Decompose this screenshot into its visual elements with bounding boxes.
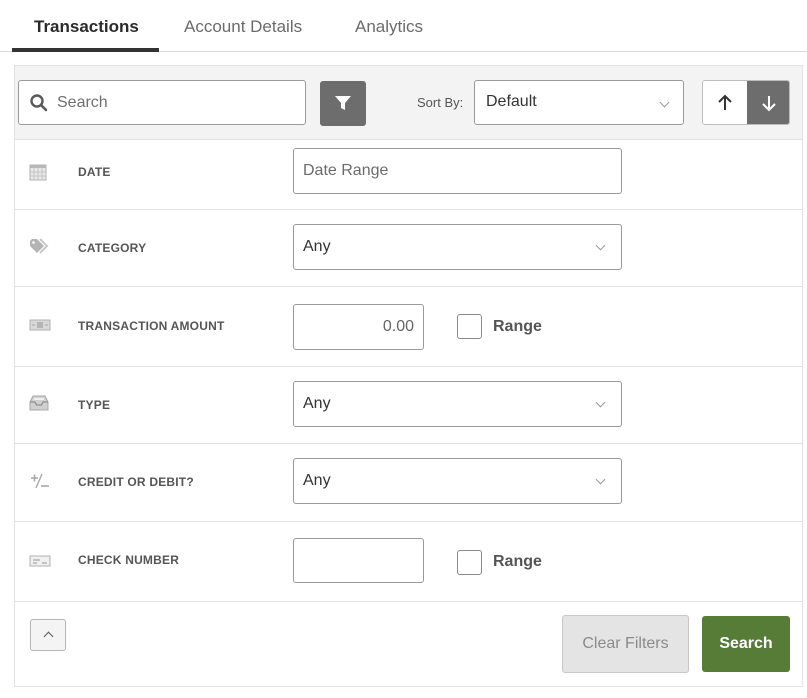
amount-range-checkbox[interactable] bbox=[457, 314, 482, 339]
sort-descending-button[interactable] bbox=[747, 81, 789, 124]
credit-debit-select[interactable]: Any bbox=[293, 458, 622, 504]
check-range-checkbox[interactable] bbox=[457, 550, 482, 575]
check-number-input[interactable] bbox=[293, 538, 424, 583]
date-range-placeholder: Date Range bbox=[303, 162, 389, 179]
type-label: TYPE bbox=[78, 398, 111, 412]
filter-row-category: CATEGORY Any bbox=[15, 210, 802, 287]
category-select[interactable]: Any bbox=[293, 224, 622, 270]
collapse-button[interactable] bbox=[30, 619, 66, 651]
filter-button[interactable] bbox=[320, 81, 366, 126]
amount-input[interactable]: 0.00 bbox=[293, 304, 424, 350]
money-icon bbox=[29, 318, 51, 336]
toolbar: Sort By: Default bbox=[15, 66, 802, 140]
amount-label: TRANSACTION AMOUNT bbox=[78, 319, 225, 333]
filter-icon bbox=[335, 96, 351, 110]
chevron-up-icon bbox=[43, 631, 54, 642]
filter-panel: Sort By: Default DATE Date Range CATEGOR… bbox=[14, 65, 803, 687]
credit-debit-label: CREDIT OR DEBIT? bbox=[78, 475, 194, 489]
filter-row-type: TYPE Any bbox=[15, 367, 802, 444]
sort-by-label: Sort By: bbox=[417, 95, 464, 110]
tag-icon bbox=[29, 238, 51, 256]
search-button[interactable]: Search bbox=[702, 616, 790, 672]
date-range-field[interactable]: Date Range bbox=[293, 148, 622, 194]
credit-debit-select-value: Any bbox=[303, 472, 331, 489]
sort-select[interactable]: Default bbox=[474, 80, 684, 125]
tab-transactions[interactable]: Transactions bbox=[34, 17, 139, 37]
chevron-down-icon bbox=[595, 240, 606, 251]
calendar-icon bbox=[29, 163, 51, 181]
search-box[interactable] bbox=[18, 80, 306, 125]
chevron-down-icon bbox=[595, 397, 606, 408]
clear-filters-button[interactable]: Clear Filters bbox=[562, 615, 689, 673]
sort-direction-group bbox=[702, 80, 790, 125]
filter-row-amount: TRANSACTION AMOUNT 0.00 Range bbox=[15, 287, 802, 367]
filter-row-check-number: CHECK NUMBER Range bbox=[15, 522, 802, 602]
check-range-label: Range bbox=[493, 553, 542, 570]
search-input[interactable] bbox=[57, 88, 297, 118]
inbox-icon bbox=[29, 395, 51, 413]
amount-range-label: Range bbox=[493, 318, 542, 335]
tab-bar: Transactions Account Details Analytics bbox=[0, 0, 807, 52]
amount-value: 0.00 bbox=[382, 318, 414, 335]
check-number-label: CHECK NUMBER bbox=[78, 553, 180, 567]
tab-account-details[interactable]: Account Details bbox=[184, 17, 302, 37]
filter-row-credit-debit: CREDIT OR DEBIT? Any bbox=[15, 444, 802, 522]
arrow-up-icon bbox=[718, 94, 732, 110]
plus-minus-icon bbox=[29, 472, 51, 490]
chevron-down-icon bbox=[595, 474, 606, 485]
tab-analytics[interactable]: Analytics bbox=[355, 17, 423, 37]
category-label: CATEGORY bbox=[78, 241, 147, 255]
arrow-down-icon bbox=[762, 96, 776, 112]
type-select-value: Any bbox=[303, 395, 331, 412]
chevron-down-icon bbox=[659, 97, 670, 108]
sort-select-value: Default bbox=[486, 93, 537, 110]
active-tab-indicator bbox=[12, 48, 159, 52]
check-icon bbox=[29, 554, 51, 572]
search-icon bbox=[29, 93, 49, 113]
filter-row-date: DATE Date Range bbox=[15, 140, 802, 210]
type-select[interactable]: Any bbox=[293, 381, 622, 427]
category-select-value: Any bbox=[303, 238, 331, 255]
sort-ascending-button[interactable] bbox=[703, 81, 747, 124]
date-label: DATE bbox=[78, 165, 111, 179]
